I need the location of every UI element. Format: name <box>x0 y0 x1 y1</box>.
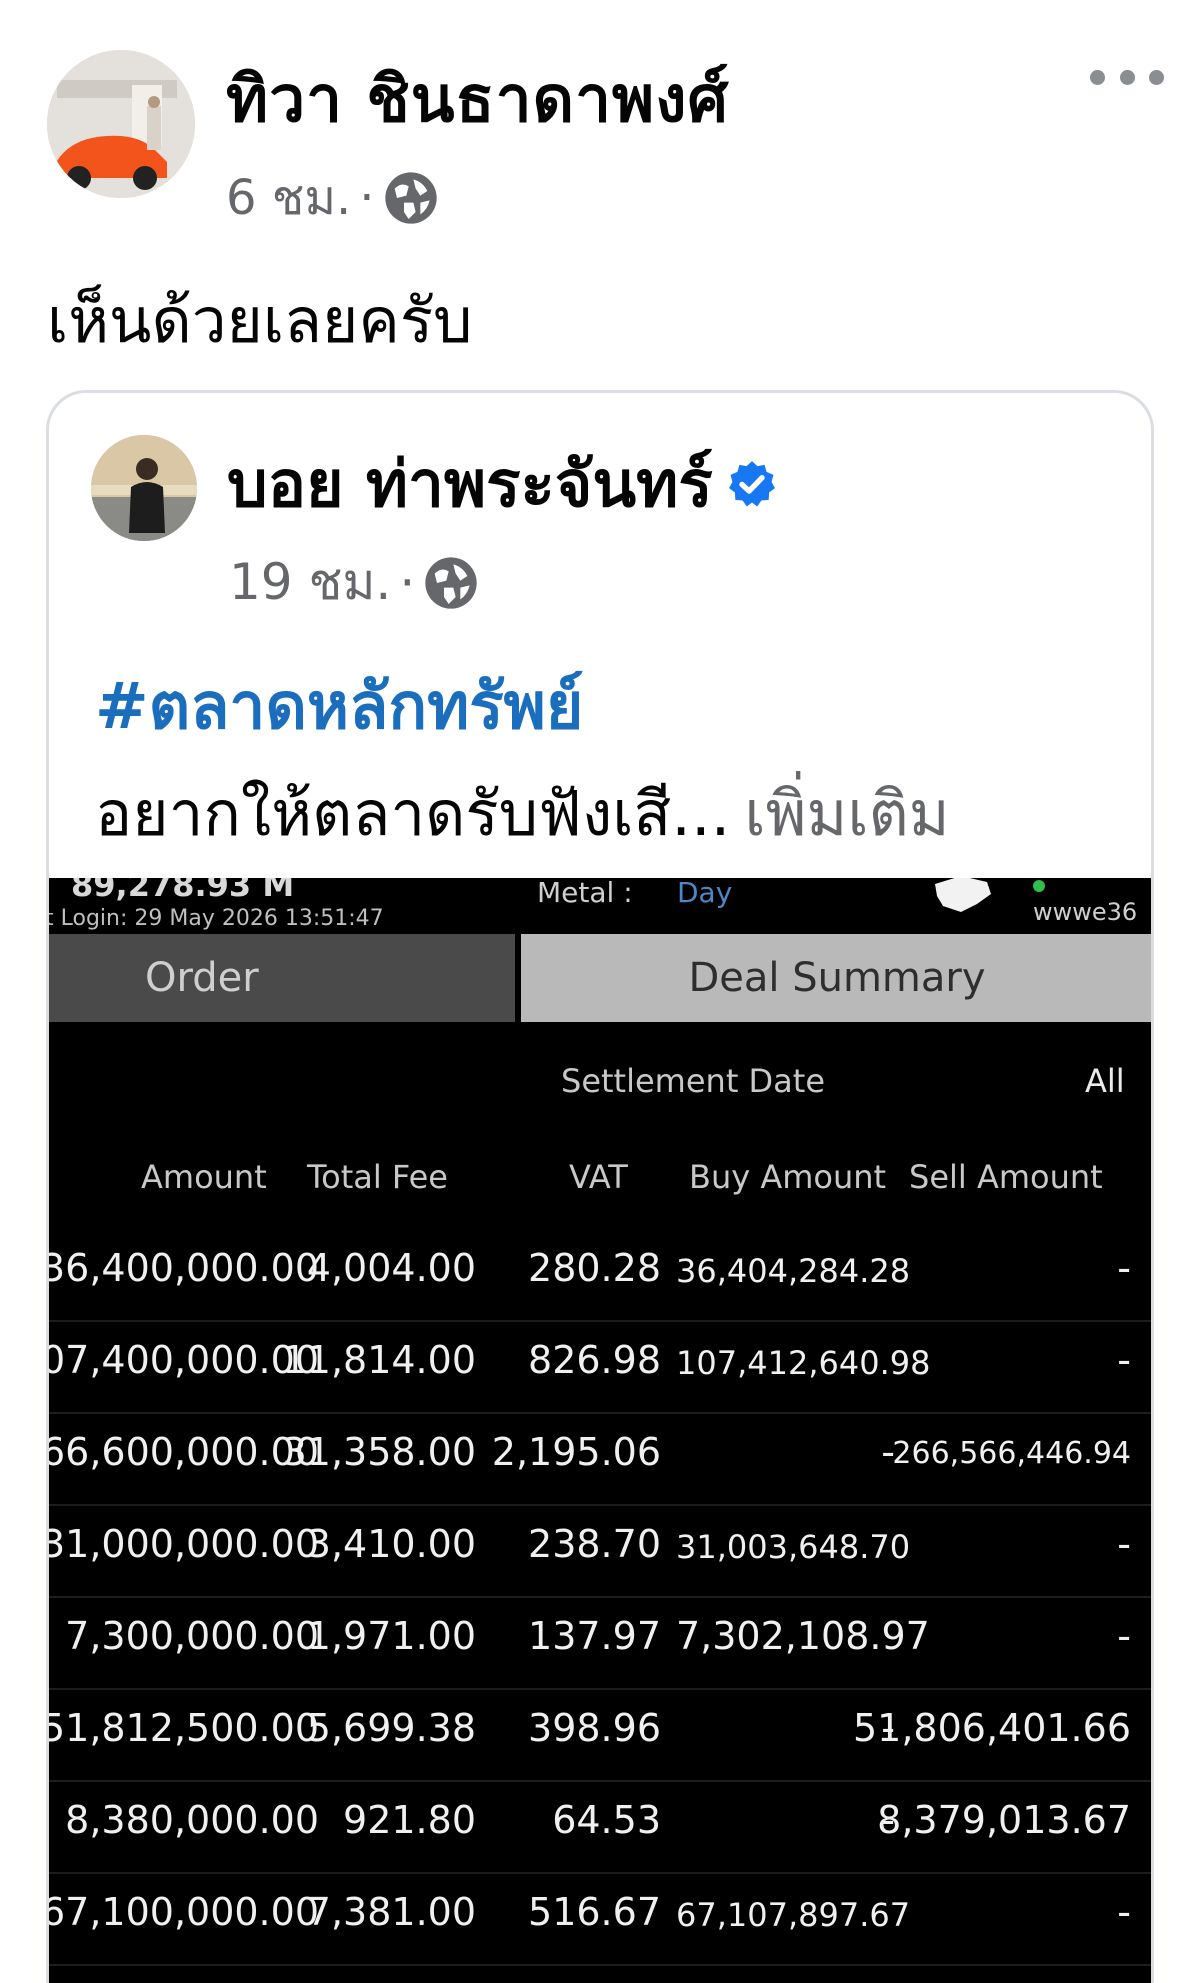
cell-total-fee: 7,381.00 <box>306 1890 476 1934</box>
cell-amount: 67,100,000.00 <box>49 1890 319 1934</box>
table-row[interactable]: 31,000,000.00 3,410.00 238.70 31,003,648… <box>49 1506 1151 1598</box>
cell-amount: 7,300,000.00 <box>65 1614 319 1658</box>
post-meta: 6 ชม. · <box>226 160 439 236</box>
cell-sell-amount: - <box>1117 1338 1131 1382</box>
column-header-total-fee: Total Fee <box>307 1158 448 1196</box>
column-header-sell-amount: Sell Amount <box>909 1158 1103 1196</box>
shared-post-meta: 19 ชม. · <box>229 543 479 622</box>
cell-sell-amount: - <box>1117 1890 1131 1934</box>
column-header-amount: Amount <box>141 1158 267 1196</box>
online-status-dot <box>1033 880 1045 892</box>
cell-total-fee: 4,004.00 <box>306 1246 476 1290</box>
author-avatar-image <box>47 50 195 198</box>
table-row[interactable]: 8,380,000.00 921.80 64.53 - 8,379,013.67 <box>49 1782 1151 1874</box>
broker-logo-icon <box>935 878 991 912</box>
cell-sell-amount: 8,379,013.67 <box>877 1798 1131 1842</box>
account-username: wwwe36 <box>1033 898 1138 926</box>
shared-post-card[interactable]: บอย ท่าพระจันทร์ 19 ชม. · #ตลาดหลักทรัพย… <box>46 390 1154 1983</box>
tab-deal-summary[interactable]: Deal Summary <box>521 934 1151 1022</box>
meta-separator: · <box>359 170 375 226</box>
shared-author-avatar-image <box>91 435 197 541</box>
table-row[interactable]: 7,300,000.00 1,971.00 137.97 7,302,108.9… <box>49 1598 1151 1690</box>
cell-vat: 2,195.06 <box>491 1430 661 1474</box>
post-header: ทิวา ชินธาดาพงศ์ 6 ชม. · <box>0 0 1200 230</box>
shared-post-body: อยากให้ตลาดรับฟังเสี... <box>95 777 731 850</box>
cell-vat: 826.98 <box>528 1338 661 1382</box>
more-options-icon[interactable] <box>1090 62 1164 92</box>
cell-total-fee: 3,410.00 <box>306 1522 476 1566</box>
globe-icon <box>384 172 437 224</box>
trading-app-screenshot: 89,278.93 M t Login: 29 May 2026 13:51:4… <box>49 878 1151 1983</box>
trading-top-bar: 89,278.93 M t Login: 29 May 2026 13:51:4… <box>49 878 1151 934</box>
cell-total-fee: 1,971.00 <box>306 1614 476 1658</box>
cell-vat: 398.96 <box>528 1706 661 1750</box>
cell-total-fee: 31,358.00 <box>282 1430 476 1474</box>
cell-buy-amount: 36,404,284.28 <box>676 1252 911 1290</box>
shared-post-time[interactable]: 19 ชม. <box>229 543 391 622</box>
cell-sell-amount: 51,806,401.66 <box>852 1706 1131 1750</box>
cell-sell-amount: - <box>1117 1246 1131 1290</box>
cell-total-fee: 921.80 <box>343 1798 476 1842</box>
author-name[interactable]: ทิวา ชินธาดาพงศ์ <box>226 48 729 150</box>
cell-buy-amount: 7,302,108.97 <box>676 1614 930 1658</box>
cell-vat: 516.67 <box>528 1890 661 1934</box>
metal-value: Day <box>677 878 733 909</box>
table-row[interactable]: 266,600,000.00 31,358.00 2,195.06 - 266,… <box>49 1414 1151 1506</box>
cell-amount: 8,380,000.00 <box>65 1798 319 1842</box>
column-header-vat: VAT <box>569 1158 628 1196</box>
cell-vat: 137.97 <box>528 1614 661 1658</box>
post-time[interactable]: 6 ชม. <box>226 160 351 236</box>
trading-tabs: Order Deal Summary <box>49 934 1151 1022</box>
settlement-filter: Settlement Date All <box>49 1062 1151 1112</box>
cell-amount: 107,400,000.00 <box>49 1338 319 1382</box>
cell-buy-amount: 67,107,897.67 <box>676 1896 911 1934</box>
shared-author-avatar[interactable] <box>91 435 197 541</box>
see-more-link[interactable]: เพิ่มเติม <box>744 777 949 850</box>
settlement-date-select[interactable]: All <box>1085 1062 1125 1100</box>
cell-sell-amount: 266,566,446.94 <box>892 1436 1131 1471</box>
column-header-buy-amount: Buy Amount <box>689 1158 887 1196</box>
verified-badge-icon <box>728 461 775 507</box>
cell-amount: 36,400,000.00 <box>49 1246 319 1290</box>
shared-author-label[interactable]: บอย ท่าพระจันทร์ <box>227 433 713 535</box>
cell-amount: 31,000,000.00 <box>49 1522 319 1566</box>
shared-author-name[interactable]: บอย ท่าพระจันทร์ <box>227 433 777 535</box>
cell-vat: 238.70 <box>528 1522 661 1566</box>
cell-buy-amount: 31,003,648.70 <box>676 1528 911 1566</box>
cell-amount: 51,812,500.00 <box>49 1706 319 1750</box>
cell-vat: 64.53 <box>552 1798 661 1842</box>
cell-amount: 266,600,000.00 <box>49 1430 319 1474</box>
cell-total-fee: 11,814.00 <box>282 1338 476 1382</box>
cell-total-fee: 5,699.38 <box>306 1706 476 1750</box>
account-balance: 89,278.93 M <box>71 878 295 904</box>
last-login: t Login: 29 May 2026 13:51:47 <box>49 906 384 931</box>
table-row[interactable]: 36,400,000.00 4,004.00 280.28 36,404,284… <box>49 1230 1151 1322</box>
cell-sell-amount: - <box>1117 1522 1131 1566</box>
tab-order[interactable]: Order <box>49 934 521 1022</box>
table-row[interactable]: 67,100,000.00 7,381.00 516.67 67,107,897… <box>49 1874 1151 1966</box>
shared-meta-separator: · <box>399 553 416 612</box>
hashtag-link[interactable]: #ตลาดหลักทรัพย์ <box>95 655 583 757</box>
metal-label: Metal : <box>537 878 633 909</box>
shared-post-text: อยากให้ตลาดรับฟังเสี... เพิ่มเติม <box>95 765 950 863</box>
table-row[interactable]: 107,400,000.00 11,814.00 826.98 107,412,… <box>49 1322 1151 1414</box>
cell-sell-amount: - <box>1117 1614 1131 1658</box>
table-row[interactable]: 51,812,500.00 5,699.38 398.96 - 51,806,4… <box>49 1690 1151 1782</box>
settlement-date-label: Settlement Date <box>561 1062 826 1100</box>
author-avatar[interactable] <box>47 50 195 198</box>
deal-summary-table: 36,400,000.00 4,004.00 280.28 36,404,284… <box>49 1230 1151 1966</box>
globe-icon <box>425 556 477 609</box>
cell-vat: 280.28 <box>528 1246 661 1290</box>
cell-buy-amount: 107,412,640.98 <box>676 1344 931 1382</box>
post-text: เห็นด้วยเลยครับ <box>47 284 473 357</box>
